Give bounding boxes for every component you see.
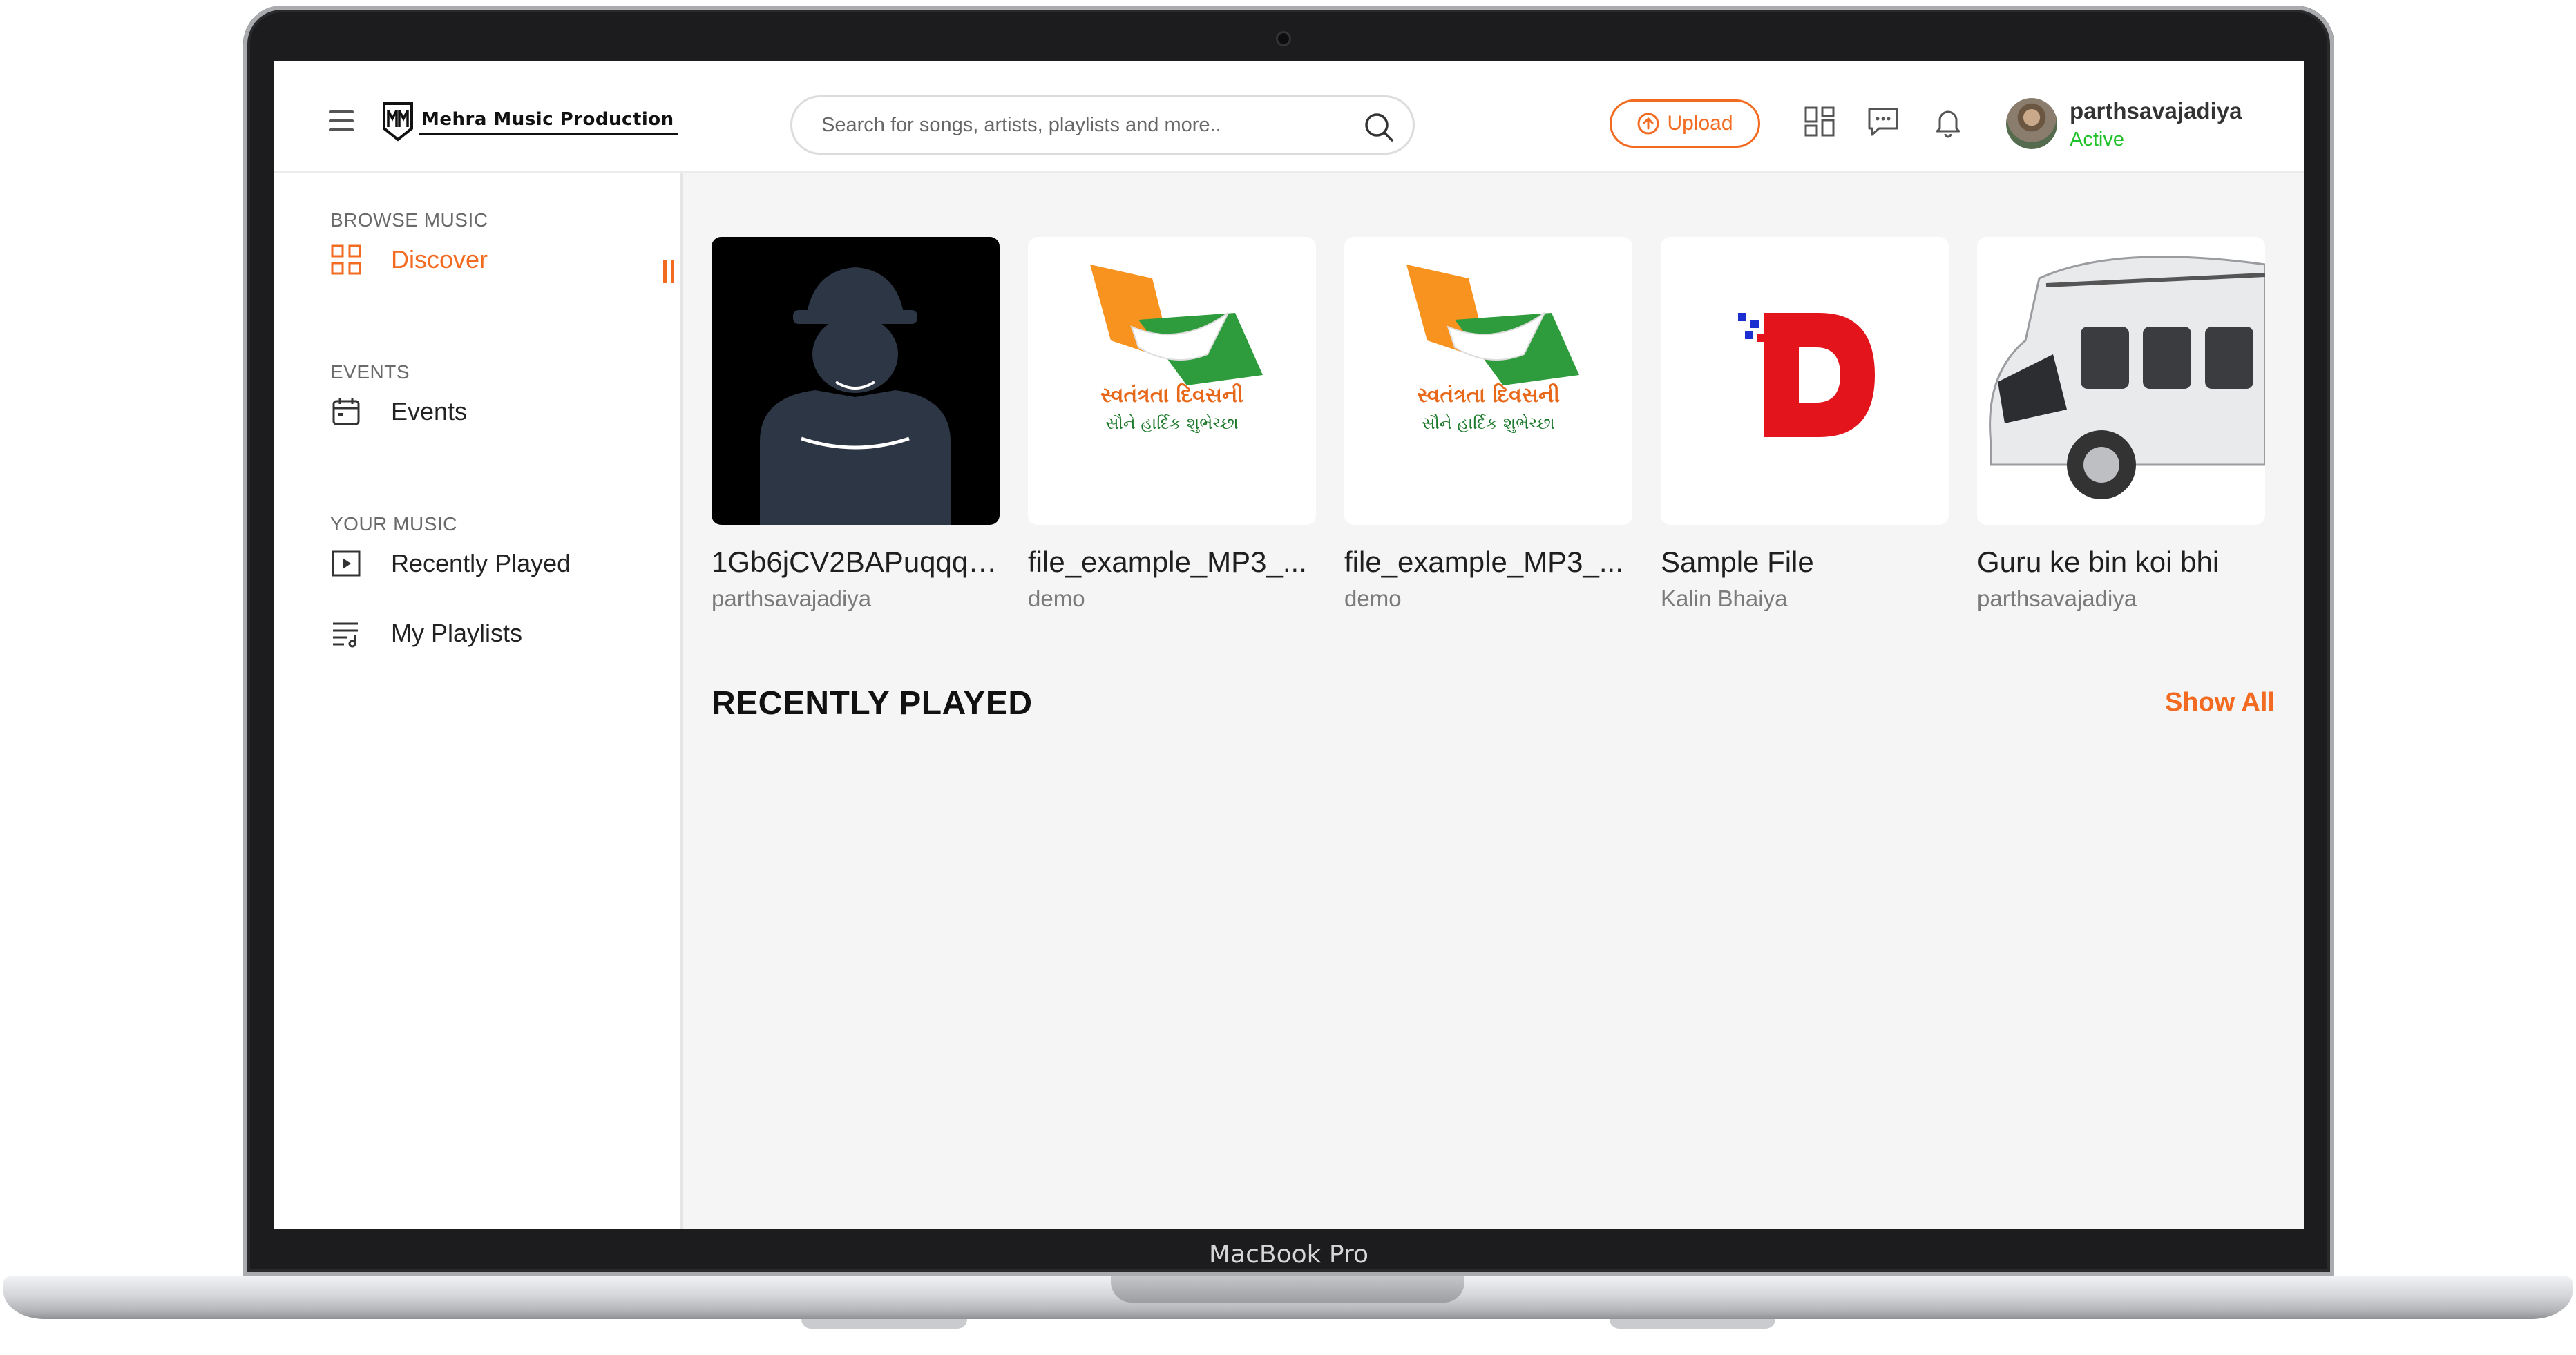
track-title[interactable]: 1Gb6jCV2BAPuqqqs... xyxy=(712,546,1000,579)
section-title-events: EVENTS xyxy=(330,361,410,383)
laptop-foot xyxy=(1610,1319,1775,1329)
art-title-text: સ્વતંત્રતા દિવસની xyxy=(1416,383,1561,407)
camera xyxy=(1278,33,1289,44)
track-artwork[interactable] xyxy=(712,237,1000,525)
track-card[interactable]: Guru ke bin koi bhi parthsavajadiya xyxy=(1977,237,2265,612)
show-all-link[interactable]: Show All xyxy=(2165,688,2275,718)
track-title[interactable]: file_example_MP3_... xyxy=(1028,546,1316,579)
search-icon[interactable] xyxy=(1363,111,1395,143)
search-input[interactable] xyxy=(820,113,1348,137)
art-title-text: સ્વતંત્રતા દિવસની xyxy=(1100,383,1244,407)
top-header: Mehra Music Production Upload xyxy=(274,61,2304,173)
laptop-foot xyxy=(801,1319,967,1329)
independence-day-art-icon xyxy=(1090,265,1263,385)
recently-played-heading: RECENTLY PLAYED xyxy=(712,685,1033,722)
sidebar: BROWSE MUSIC Discover EVENTS Events YOUR… xyxy=(274,173,683,1229)
track-title[interactable]: Guru ke bin koi bhi xyxy=(1977,546,2265,579)
track-artwork[interactable]: સ્વતંત્રતા દિવસની સૌને હાર્દિક શુભેચ્છા xyxy=(1344,237,1632,525)
sidebar-item-label: Events xyxy=(391,397,468,425)
play-square-icon xyxy=(332,550,361,577)
grid-icon xyxy=(331,244,361,275)
track-title[interactable]: Sample File xyxy=(1661,546,1949,579)
sidebar-item-events[interactable]: Events xyxy=(330,391,467,432)
mm-shield-logo-icon xyxy=(383,102,413,142)
active-indicator xyxy=(663,260,677,283)
app-screen: Mehra Music Production Upload xyxy=(274,61,2304,1229)
avatar[interactable] xyxy=(2006,98,2057,149)
dashboard-grid-icon[interactable] xyxy=(1802,104,1838,140)
sidebar-item-my-playlists[interactable]: My Playlists xyxy=(330,613,522,654)
laptop-lid: Mehra Music Production Upload xyxy=(243,6,2334,1276)
electric-cart-icon xyxy=(1989,256,2265,499)
calendar-icon xyxy=(332,398,360,425)
track-card[interactable]: Sample File Kalin Bhaiya xyxy=(1661,237,1949,612)
d-letter-logo-icon xyxy=(1738,313,1875,437)
track-artwork[interactable] xyxy=(1977,237,2265,525)
sidebar-item-recently-played[interactable]: Recently Played xyxy=(330,543,571,584)
brand-name: Mehra Music Production xyxy=(419,108,678,135)
cloud-upload-icon xyxy=(1637,113,1659,135)
track-artist[interactable]: parthsavajadiya xyxy=(712,586,1000,612)
independence-day-art-icon xyxy=(1406,265,1579,385)
track-card[interactable]: 1Gb6jCV2BAPuqqqs... parthsavajadiya xyxy=(712,237,1000,612)
track-card[interactable]: સ્વતંત્રતા દિવસની સૌને હાર્દિક શુભેચ્છા … xyxy=(1028,237,1316,612)
sidebar-item-label: Recently Played xyxy=(391,549,571,577)
sidebar-item-label: My Playlists xyxy=(391,619,523,647)
device-label: MacBook Pro xyxy=(1208,1240,1369,1269)
laptop-notch xyxy=(1111,1276,1464,1303)
art-subtitle-text: સૌને હાર્દિક શુભેચ્છા xyxy=(1422,414,1555,433)
track-artwork[interactable] xyxy=(1661,237,1949,525)
track-artist[interactable]: demo xyxy=(1344,586,1632,612)
section-title-your-music: YOUR MUSIC xyxy=(330,513,457,535)
track-artist[interactable]: parthsavajadiya xyxy=(1977,586,2265,612)
section-title-browse-music: BROWSE MUSIC xyxy=(330,209,488,231)
track-artist[interactable]: Kalin Bhaiya xyxy=(1661,586,1949,612)
chat-icon[interactable] xyxy=(1865,104,1901,140)
notification-bell-icon[interactable] xyxy=(1930,104,1966,140)
track-artwork[interactable]: સ્વતંત્રતા દિવસની સૌને હાર્દિક શુભેચ્છા xyxy=(1028,237,1316,525)
worker-silhouette-icon xyxy=(760,267,951,525)
track-title[interactable]: file_example_MP3_... xyxy=(1344,546,1632,579)
hamburger-menu-icon[interactable] xyxy=(329,110,354,131)
brand-logo[interactable]: Mehra Music Production xyxy=(381,99,678,144)
upload-label: Upload xyxy=(1667,112,1733,135)
track-card[interactable]: સ્વતંત્રતા દિવસની સૌને હાર્દિક શુભેચ્છા … xyxy=(1344,237,1632,612)
sidebar-item-label: Discover xyxy=(391,245,488,273)
track-artist[interactable]: demo xyxy=(1028,586,1316,612)
art-subtitle-text: સૌને હાર્દિક શુભેચ્છા xyxy=(1105,414,1239,433)
user-name[interactable]: parthsavajadiya xyxy=(2070,98,2242,124)
main-content: 1Gb6jCV2BAPuqqqs... parthsavajadiya સ્વત… xyxy=(683,173,2304,1229)
upload-button[interactable]: Upload xyxy=(1610,99,1760,148)
search-bar[interactable] xyxy=(790,95,1415,155)
user-status: Active xyxy=(2070,128,2124,151)
sidebar-item-discover[interactable]: Discover xyxy=(330,239,488,280)
playlist-icon xyxy=(333,622,358,648)
